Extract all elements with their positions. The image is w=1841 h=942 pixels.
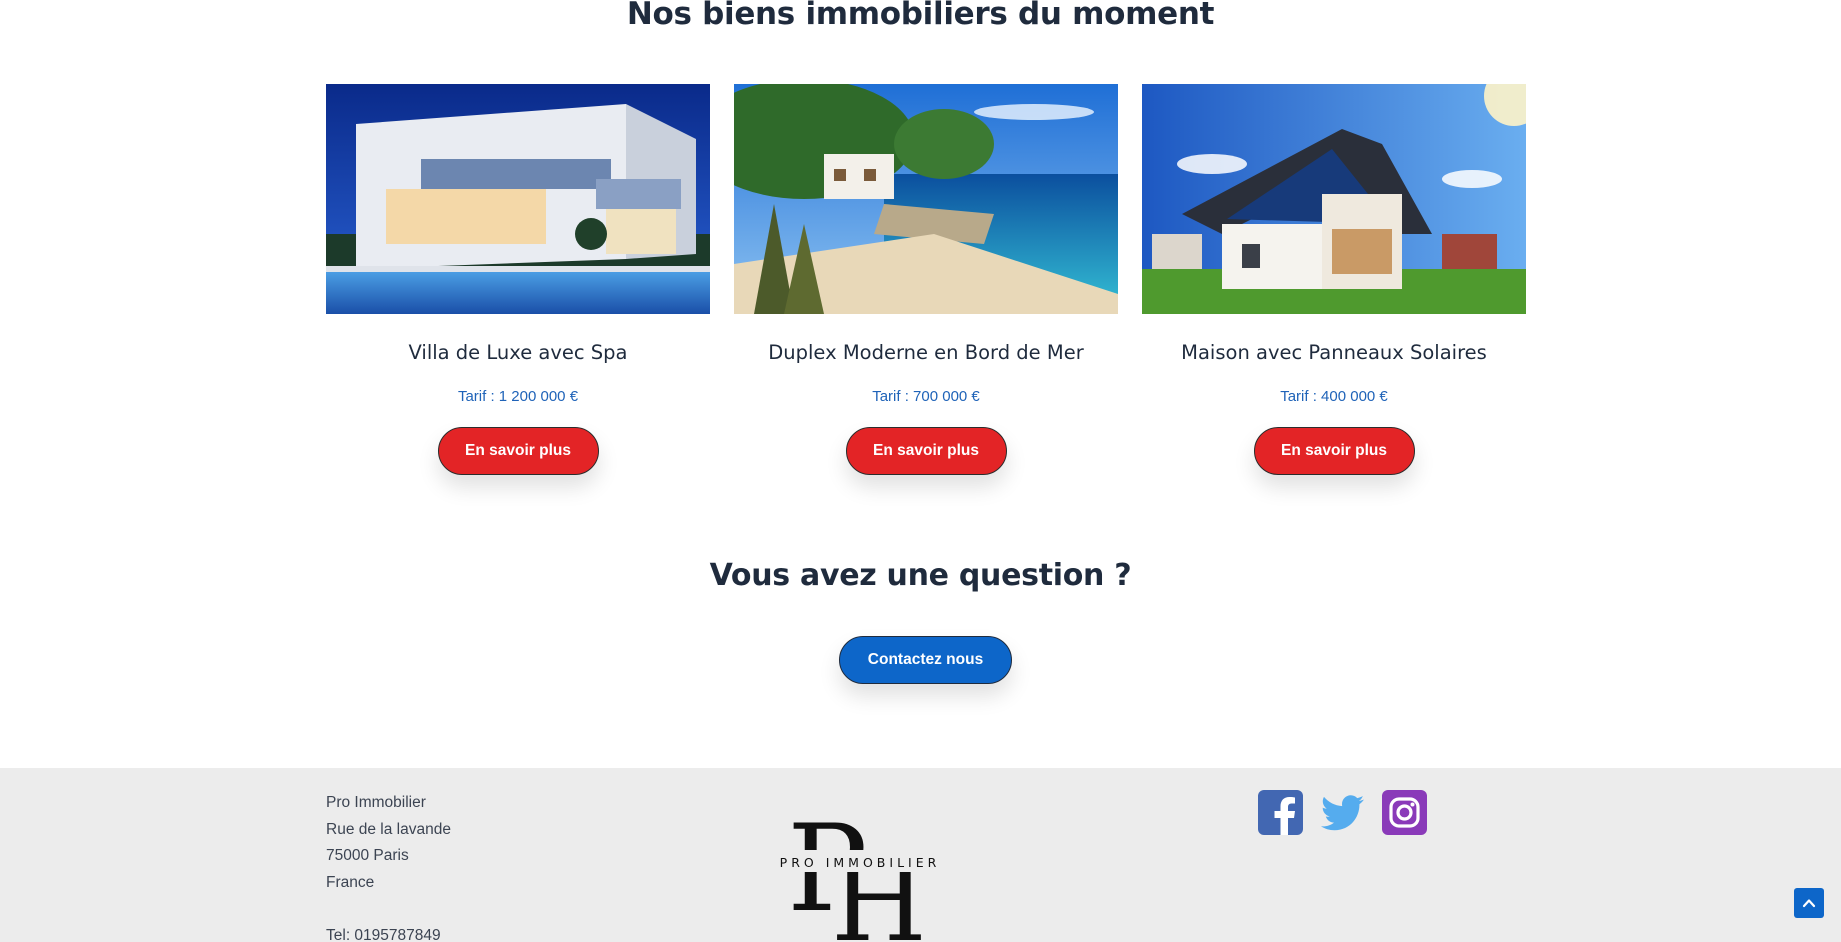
- property-price: Tarif : 400 000 €: [1280, 388, 1388, 405]
- more-info-button[interactable]: En savoir plus: [437, 427, 599, 475]
- scroll-to-top-button[interactable]: [1794, 888, 1824, 918]
- facebook-icon[interactable]: [1258, 790, 1303, 835]
- property-name: Duplex Moderne en Bord de Mer: [768, 341, 1084, 364]
- property-price: Tarif : 1 200 000 €: [457, 388, 579, 405]
- section-title-question: Vous avez une question ?: [709, 558, 1132, 593]
- contact-button[interactable]: Contactez nous: [839, 636, 1012, 684]
- logo-text: PRO IMMOBILIER: [780, 855, 941, 870]
- section-title-featured: Nos biens immobiliers du moment: [626, 0, 1215, 32]
- twitter-icon[interactable]: [1320, 790, 1365, 835]
- chevron-up-icon: [1802, 899, 1816, 908]
- more-info-button[interactable]: En savoir plus: [845, 427, 1007, 475]
- property-photo-solar-house[interactable]: [1142, 84, 1526, 314]
- footer-address: Pro Immobilier Rue de la lavande 75000 P…: [326, 790, 451, 942]
- company-name: Pro Immobilier: [326, 794, 426, 811]
- property-name: Maison avec Panneaux Solaires: [1181, 341, 1487, 364]
- property-name: Villa de Luxe avec Spa: [408, 341, 628, 364]
- property-photo-duplex[interactable]: [734, 84, 1118, 314]
- property-price: Tarif : 700 000 €: [872, 388, 980, 405]
- more-info-button[interactable]: En savoir plus: [1253, 427, 1415, 475]
- property-card-solar-house: Maison avec Panneaux Solaires Tarif : 40…: [1142, 84, 1526, 475]
- social-links: [1258, 790, 1427, 835]
- address-spacer: [326, 896, 451, 923]
- company-logo[interactable]: P H PRO IMMOBILIER: [745, 790, 975, 942]
- property-card-villa: Villa de Luxe avec Spa Tarif : 1 200 000…: [326, 84, 710, 475]
- footer: Pro Immobilier Rue de la lavande 75000 P…: [0, 768, 1841, 942]
- instagram-icon[interactable]: [1382, 790, 1427, 835]
- phone: Tel: 0195787849: [326, 926, 441, 942]
- property-card-duplex: Duplex Moderne en Bord de Mer Tarif : 70…: [734, 84, 1118, 475]
- country: France: [326, 873, 375, 891]
- street: Rue de la lavande: [326, 820, 451, 838]
- property-photo-villa[interactable]: [326, 84, 710, 314]
- city: 75000 Paris: [326, 847, 409, 864]
